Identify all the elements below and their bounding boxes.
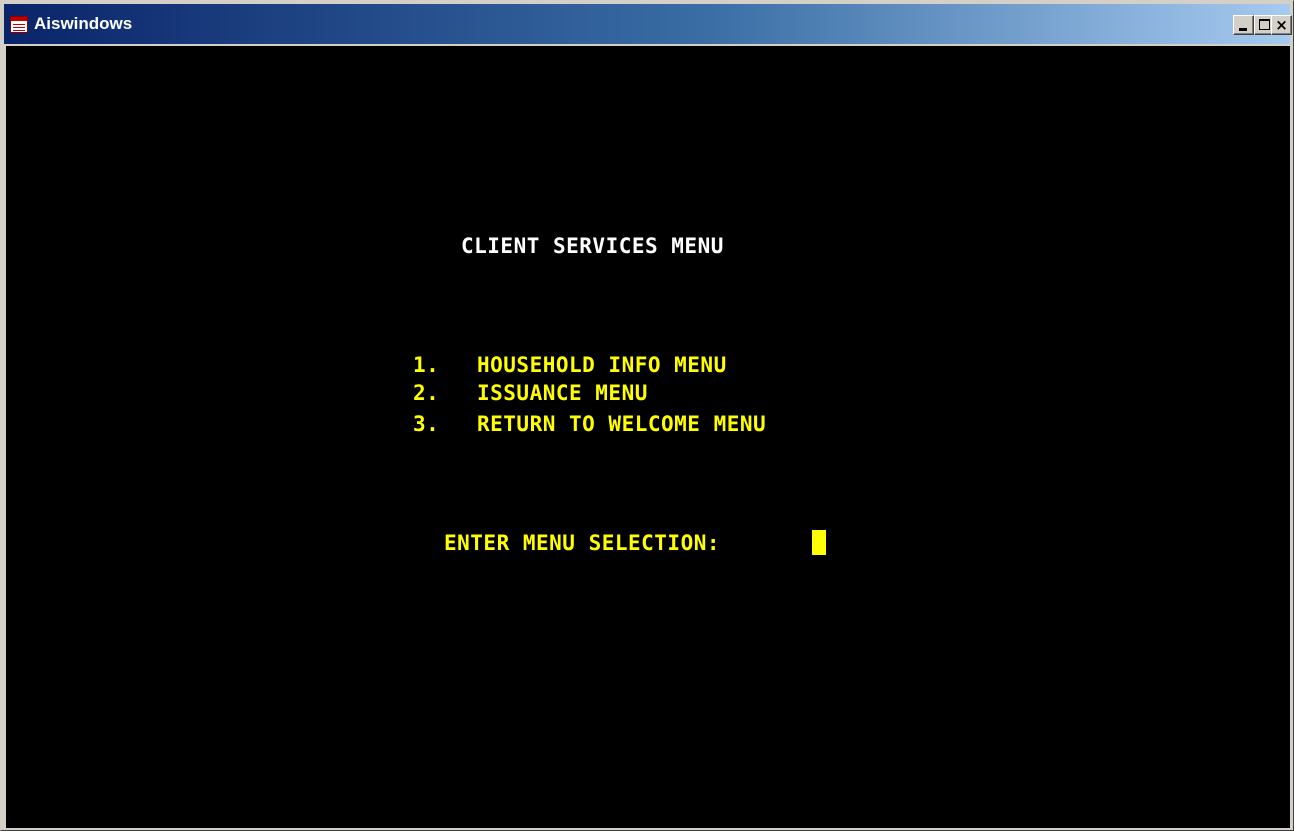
menu-heading: CLIENT SERVICES MENU [461,234,724,258]
menu-item-1-label: HOUSEHOLD INFO MENU [477,353,727,377]
window-title: Aiswindows [34,14,133,33]
app-window: Aiswindows × CLIENT SERVICES MENU 1. HOU… [0,0,1294,831]
menu-item-1-number: 1. [413,353,440,377]
minimize-button[interactable] [1233,15,1254,35]
close-button[interactable]: × [1271,15,1292,35]
text-cursor [812,530,826,555]
menu-item-2-number: 2. [413,381,440,405]
app-icon[interactable] [10,16,28,33]
terminal-screen[interactable]: CLIENT SERVICES MENU 1. HOUSEHOLD INFO M… [6,46,1290,828]
menu-selection-prompt: ENTER MENU SELECTION: [444,531,721,555]
title-bar[interactable]: Aiswindows × [4,4,1292,44]
menu-item-3-label: RETURN TO WELCOME MENU [477,412,767,436]
maximize-icon [1259,19,1270,30]
minimize-icon [1239,28,1247,31]
menu-item-3-number: 3. [413,412,440,436]
close-icon: × [1275,16,1288,34]
menu-item-2-label: ISSUANCE MENU [477,381,648,405]
